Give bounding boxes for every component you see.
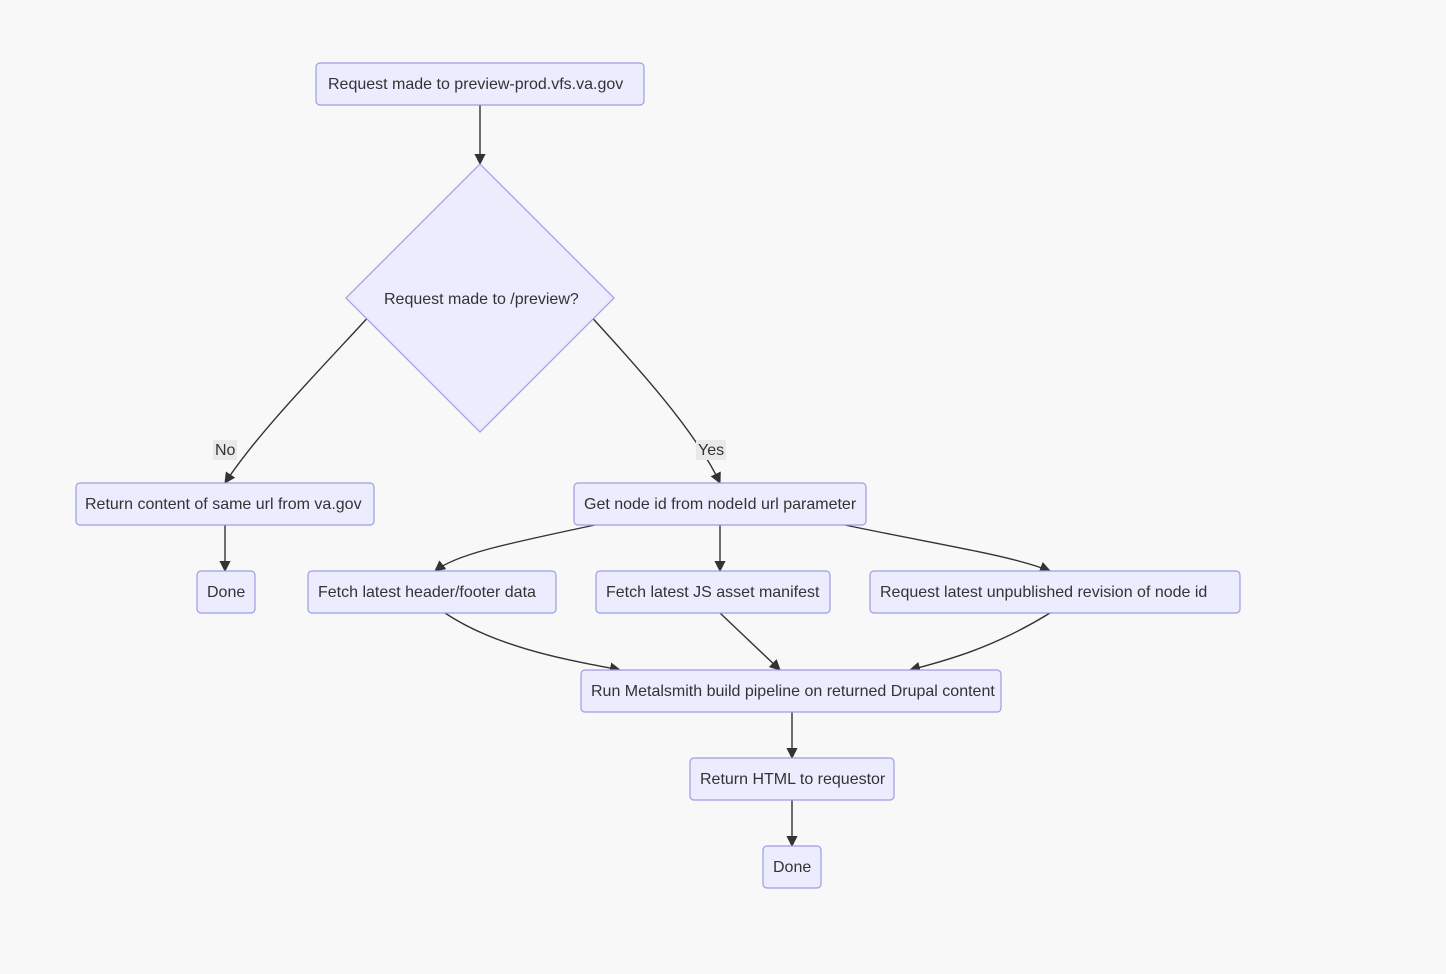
node-ret-html-label: Return HTML to requestor (700, 771, 886, 788)
edge-get_node-fetch_rev (845, 525, 1050, 571)
node-fetch-js: Fetch latest JS asset manifest (596, 571, 830, 613)
node-no-done-label: Done (207, 584, 245, 601)
edge-decision-no_return: No (213, 300, 384, 483)
node-fetch-rev-label: Request latest unpublished revision of n… (880, 584, 1207, 601)
edge-label-no: No (215, 442, 236, 459)
node-ret-html: Return HTML to requestor (690, 758, 894, 800)
node-yes-done: Done (763, 846, 821, 888)
node-fetch-rev: Request latest unpublished revision of n… (870, 571, 1240, 613)
node-fetch-hf: Fetch latest header/footer data (308, 571, 556, 613)
flowchart-canvas: No Yes Request made to (0, 0, 1446, 974)
edge-label-yes: Yes (698, 442, 724, 459)
node-get-node-label: Get node id from nodeId url parameter (584, 496, 857, 513)
edge-fetch_hf-metalsmith (445, 613, 620, 670)
edge-decision-get_node: Yes (576, 300, 726, 483)
node-no-done: Done (197, 571, 255, 613)
edge-fetch_rev-metalsmith (910, 613, 1050, 670)
node-decision: Request made to /preview? (346, 164, 614, 432)
node-get-node: Get node id from nodeId url parameter (574, 483, 866, 525)
node-metalsmith-label: Run Metalsmith build pipeline on returne… (591, 683, 995, 700)
node-decision-label: Request made to /preview? (384, 291, 579, 308)
node-no-return: Return content of same url from va.gov (76, 483, 374, 525)
node-fetch-hf-label: Fetch latest header/footer data (318, 584, 536, 601)
edge-get_node-fetch_hf (435, 525, 595, 571)
node-start-label: Request made to preview-prod.vfs.va.gov (328, 76, 623, 93)
node-yes-done-label: Done (773, 859, 811, 876)
node-metalsmith: Run Metalsmith build pipeline on returne… (581, 670, 1001, 712)
node-start: Request made to preview-prod.vfs.va.gov (316, 63, 644, 105)
node-no-return-label: Return content of same url from va.gov (85, 496, 362, 513)
node-fetch-js-label: Fetch latest JS asset manifest (606, 584, 820, 601)
edge-fetch_js-metalsmith (720, 613, 780, 670)
